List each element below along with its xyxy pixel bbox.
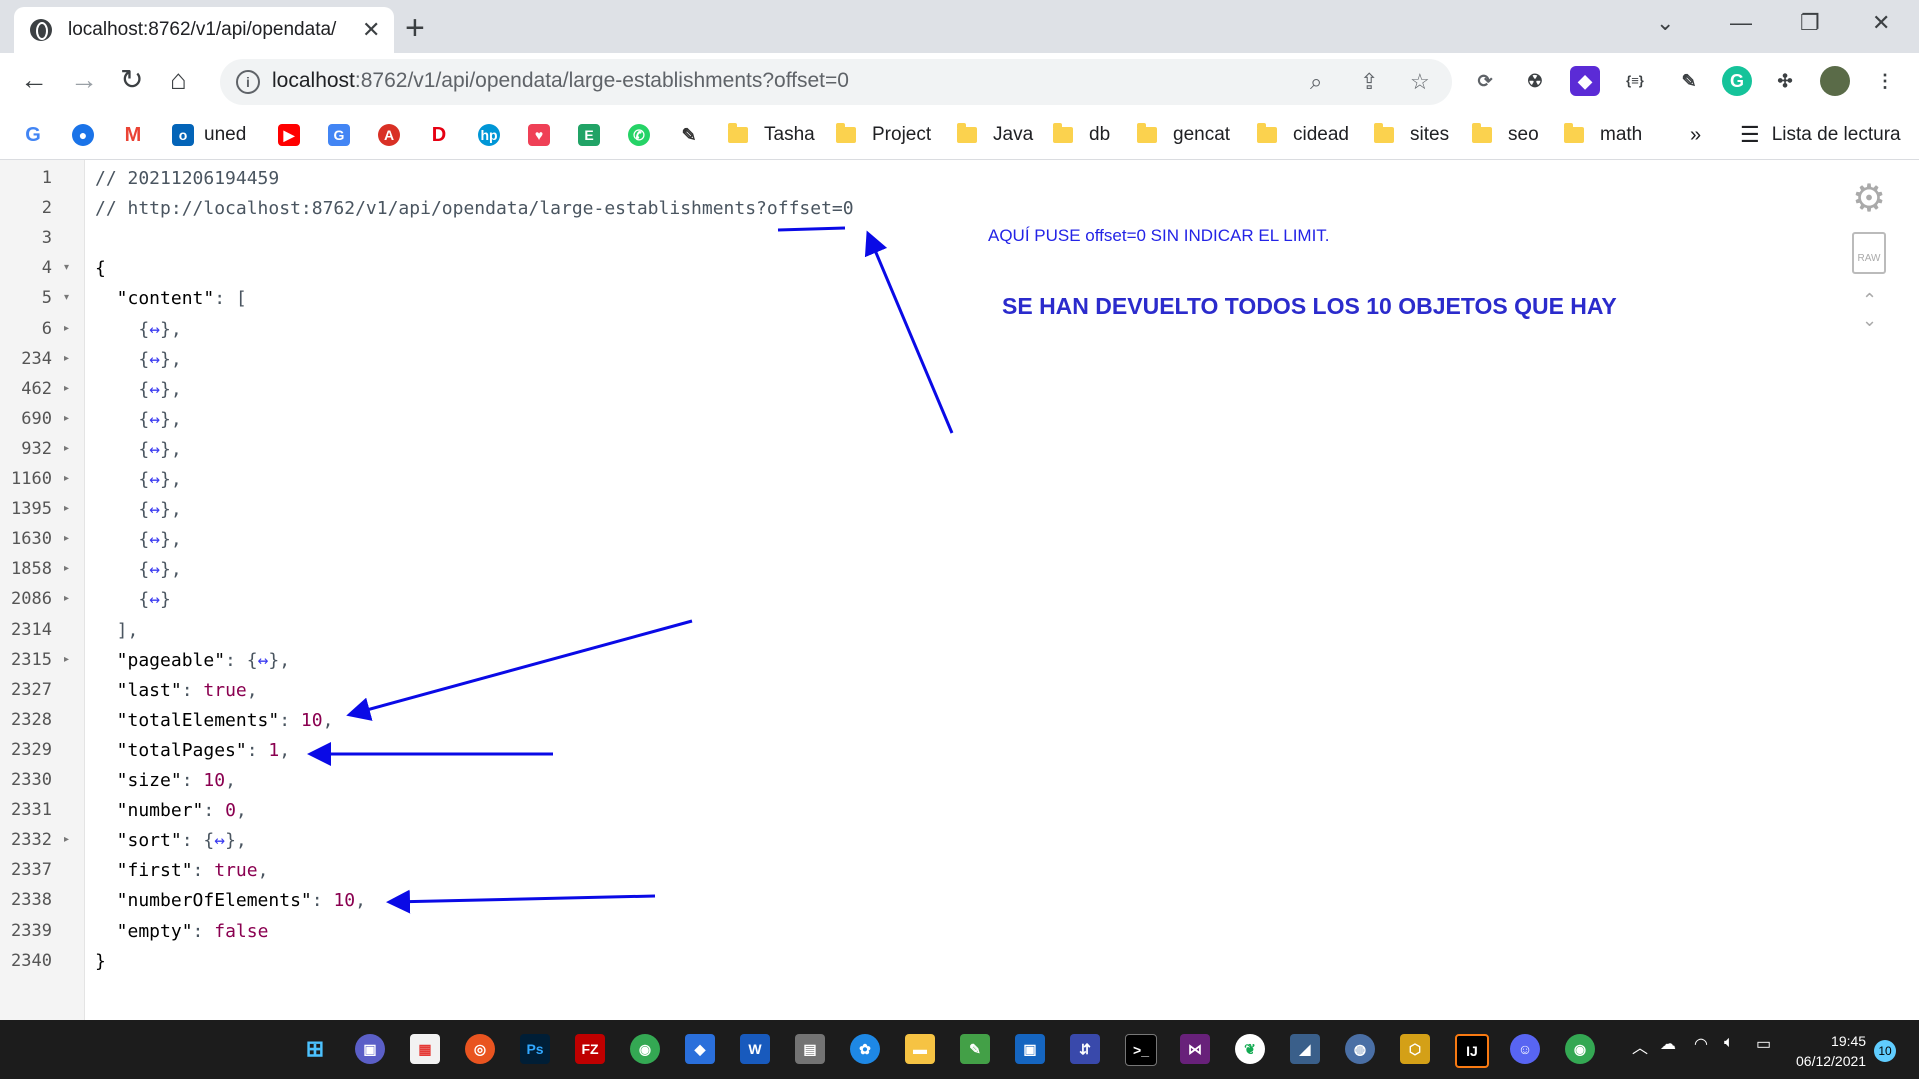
filezilla-icon[interactable]: FZ bbox=[575, 1034, 605, 1064]
terminal-icon[interactable]: >_ bbox=[1125, 1034, 1157, 1066]
arrow-to-numberOfElements bbox=[386, 889, 656, 914]
clock-time: 19:45 bbox=[1831, 1033, 1867, 1049]
ubuntu-icon[interactable]: ◎ bbox=[465, 1034, 495, 1064]
underline-offset bbox=[777, 226, 846, 232]
box-app-icon[interactable]: ⬡ bbox=[1400, 1034, 1430, 1064]
word-icon[interactable]: W bbox=[740, 1034, 770, 1064]
battery-icon[interactable]: ▭ bbox=[1756, 1034, 1771, 1054]
chrome-icon[interactable]: ◉ bbox=[630, 1034, 660, 1064]
mongodb-icon[interactable]: ❦ bbox=[1235, 1034, 1265, 1064]
discord-icon[interactable]: ☺ bbox=[1510, 1034, 1540, 1064]
annotation-arrows bbox=[307, 226, 954, 914]
tray-chevron-icon[interactable]: ︿ bbox=[1632, 1034, 1648, 1058]
cube-app-icon[interactable]: ▣ bbox=[1015, 1034, 1045, 1064]
visual-studio-icon[interactable]: ⋈ bbox=[1180, 1034, 1210, 1064]
windows-taskbar: ⊞ ▣ ▦ ◎ Ps FZ ◉ ◆ W ▤ ✿ ▬ ✎ ▣ ⇵ >_ ⋈ ❦ ◢… bbox=[0, 1020, 1919, 1079]
arrow-to-offset bbox=[864, 230, 954, 434]
file-explorer-icon[interactable]: ▬ bbox=[905, 1034, 935, 1064]
teams-chat-icon[interactable]: ▣ bbox=[355, 1034, 385, 1064]
start-icon[interactable]: ⊞ bbox=[300, 1034, 330, 1064]
git-icon[interactable]: ◆ bbox=[685, 1034, 715, 1064]
arrow-to-totalElements bbox=[346, 619, 693, 721]
paint-icon[interactable]: ✿ bbox=[850, 1034, 880, 1064]
intellij-icon[interactable]: IJ bbox=[1455, 1034, 1489, 1068]
notification-badge[interactable]: 10 bbox=[1874, 1040, 1896, 1062]
clock-date: 06/12/2021 bbox=[1796, 1053, 1867, 1069]
volume-icon[interactable]: 🔈︎ bbox=[1724, 1034, 1734, 1052]
system-clock[interactable]: 19:45 06/12/2021 bbox=[1796, 1031, 1866, 1071]
globe-app-icon[interactable]: ◍ bbox=[1345, 1034, 1375, 1064]
chrome-active-icon[interactable]: ◉ bbox=[1565, 1034, 1595, 1064]
wifi-icon[interactable]: ◠ bbox=[1694, 1034, 1708, 1054]
network-icon[interactable]: ⇵ bbox=[1070, 1034, 1100, 1064]
calculator-icon[interactable]: ▤ bbox=[795, 1034, 825, 1064]
store-icon[interactable]: ▦ bbox=[410, 1034, 440, 1064]
mysql-workbench-icon[interactable]: ◢ bbox=[1290, 1034, 1320, 1064]
photoshop-icon[interactable]: Ps bbox=[520, 1034, 550, 1064]
onedrive-icon[interactable]: ☁ bbox=[1660, 1034, 1676, 1054]
notepad-plus-icon[interactable]: ✎ bbox=[960, 1034, 990, 1064]
